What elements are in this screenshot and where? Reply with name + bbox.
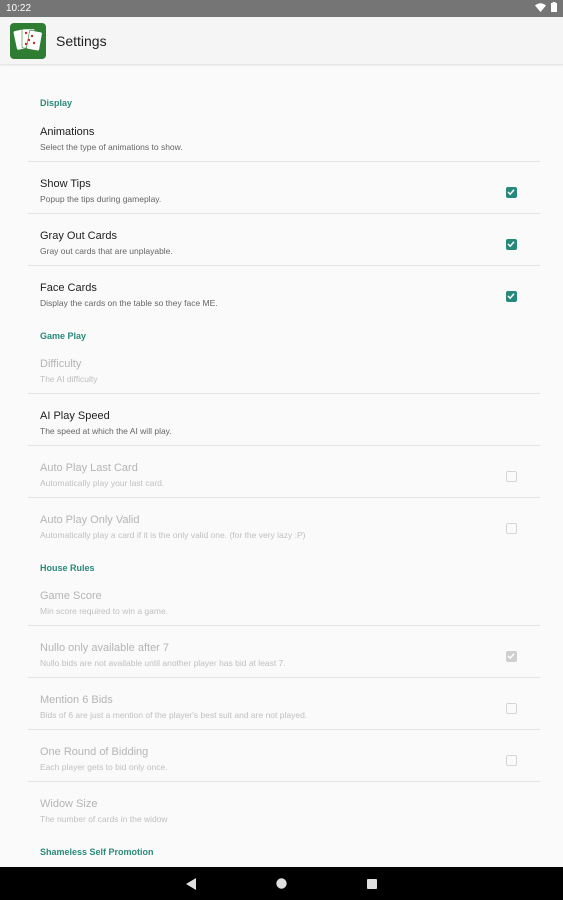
- pref-one-round-bidding[interactable]: One Round of Bidding Each player gets to…: [0, 736, 563, 787]
- battery-icon: [551, 2, 557, 12]
- pref-widow-size[interactable]: Widow Size The number of cards in the wi…: [0, 788, 563, 839]
- pref-mention-6-bids[interactable]: Mention 6 Bids Bids of 6 are just a ment…: [0, 684, 563, 735]
- page-title: Settings: [56, 33, 107, 49]
- divider: [28, 497, 540, 498]
- pref-title: Game Score: [40, 590, 102, 602]
- pref-summary: The AI difficulty: [40, 374, 98, 384]
- pref-title: Auto Play Last Card: [40, 462, 138, 474]
- pref-title: Auto Play Only Valid: [40, 514, 140, 526]
- divider: [28, 445, 540, 446]
- auto-play-only-valid-checkbox[interactable]: [506, 523, 517, 534]
- pref-difficulty[interactable]: Difficulty The AI difficulty: [0, 348, 563, 399]
- app-bar: Settings: [0, 17, 563, 65]
- status-icons: [535, 2, 557, 12]
- navigation-bar: [0, 867, 563, 900]
- divider: [28, 729, 540, 730]
- pref-summary: The speed at which the AI will play.: [40, 426, 172, 436]
- divider: [28, 161, 540, 162]
- pref-title: AI Play Speed: [40, 410, 110, 422]
- mention-6-bids-checkbox[interactable]: [506, 703, 517, 714]
- pref-nullo-after-7[interactable]: Nullo only available after 7 Nullo bids …: [0, 632, 563, 683]
- status-bar: 10:22: [0, 0, 563, 17]
- pref-show-tips[interactable]: Show Tips Popup the tips during gameplay…: [0, 168, 563, 219]
- status-time: 10:22: [6, 3, 32, 14]
- pref-title: Widow Size: [40, 798, 98, 810]
- gray-out-cards-checkbox[interactable]: [506, 239, 517, 250]
- pref-title: Nullo only available after 7: [40, 642, 170, 654]
- pref-face-cards[interactable]: Face Cards Display the cards on the tabl…: [0, 272, 563, 323]
- home-icon[interactable]: [276, 878, 287, 889]
- recents-icon[interactable]: [367, 879, 377, 889]
- face-cards-checkbox[interactable]: [506, 291, 517, 302]
- pref-summary: Bids of 6 are just a mention of the play…: [40, 710, 308, 720]
- show-tips-checkbox[interactable]: [506, 187, 517, 198]
- pref-auto-play-only-valid[interactable]: Auto Play Only Valid Automatically play …: [0, 504, 563, 555]
- pref-title: Face Cards: [40, 282, 97, 294]
- divider: [28, 781, 540, 782]
- divider: [28, 393, 540, 394]
- one-round-bidding-checkbox[interactable]: [506, 755, 517, 766]
- pref-gray-out-cards[interactable]: Gray Out Cards Gray out cards that are u…: [0, 220, 563, 271]
- divider: [28, 213, 540, 214]
- section-header-game-play: Game Play: [40, 331, 87, 341]
- pref-title: Gray Out Cards: [40, 230, 118, 242]
- divider: [28, 625, 540, 626]
- pref-summary: Popup the tips during gameplay.: [40, 194, 162, 204]
- pref-summary: Each player gets to bid only once.: [40, 762, 168, 772]
- pref-animations[interactable]: Animations Select the type of animations…: [0, 116, 563, 167]
- section-header-house-rules: House Rules: [40, 563, 95, 573]
- pref-summary: The number of cards in the widow: [40, 814, 168, 824]
- cards-icon[interactable]: [10, 23, 46, 59]
- back-icon[interactable]: [186, 878, 197, 890]
- pref-summary: Automatically play a card if it is the o…: [40, 530, 306, 540]
- divider: [28, 677, 540, 678]
- pref-title: Animations: [40, 126, 95, 138]
- pref-game-score[interactable]: Game Score Min score required to win a g…: [0, 580, 563, 631]
- section-header-display: Display: [40, 98, 73, 108]
- divider: [28, 265, 540, 266]
- pref-title: Show Tips: [40, 178, 91, 190]
- pref-summary: Automatically play your last card.: [40, 478, 165, 488]
- pref-title: Difficulty: [40, 358, 82, 370]
- wifi-icon: [535, 2, 546, 12]
- pref-summary: Nullo bids are not available until anoth…: [40, 658, 286, 668]
- settings-list[interactable]: Display Animations Select the type of an…: [0, 64, 563, 867]
- nullo-after-7-checkbox[interactable]: [506, 651, 517, 662]
- auto-play-last-card-checkbox[interactable]: [506, 471, 517, 482]
- pref-title: Mention 6 Bids: [40, 694, 113, 706]
- pref-summary: Select the type of animations to show.: [40, 142, 183, 152]
- pref-summary: Min score required to win a game.: [40, 606, 169, 616]
- pref-summary: Gray out cards that are unplayable.: [40, 246, 173, 256]
- section-header-self-promotion: Shameless Self Promotion: [40, 847, 154, 857]
- pref-auto-play-last-card[interactable]: Auto Play Last Card Automatically play y…: [0, 452, 563, 503]
- pref-title: One Round of Bidding: [40, 746, 149, 758]
- pref-summary: Display the cards on the table so they f…: [40, 298, 218, 308]
- pref-ai-play-speed[interactable]: AI Play Speed The speed at which the AI …: [0, 400, 563, 451]
